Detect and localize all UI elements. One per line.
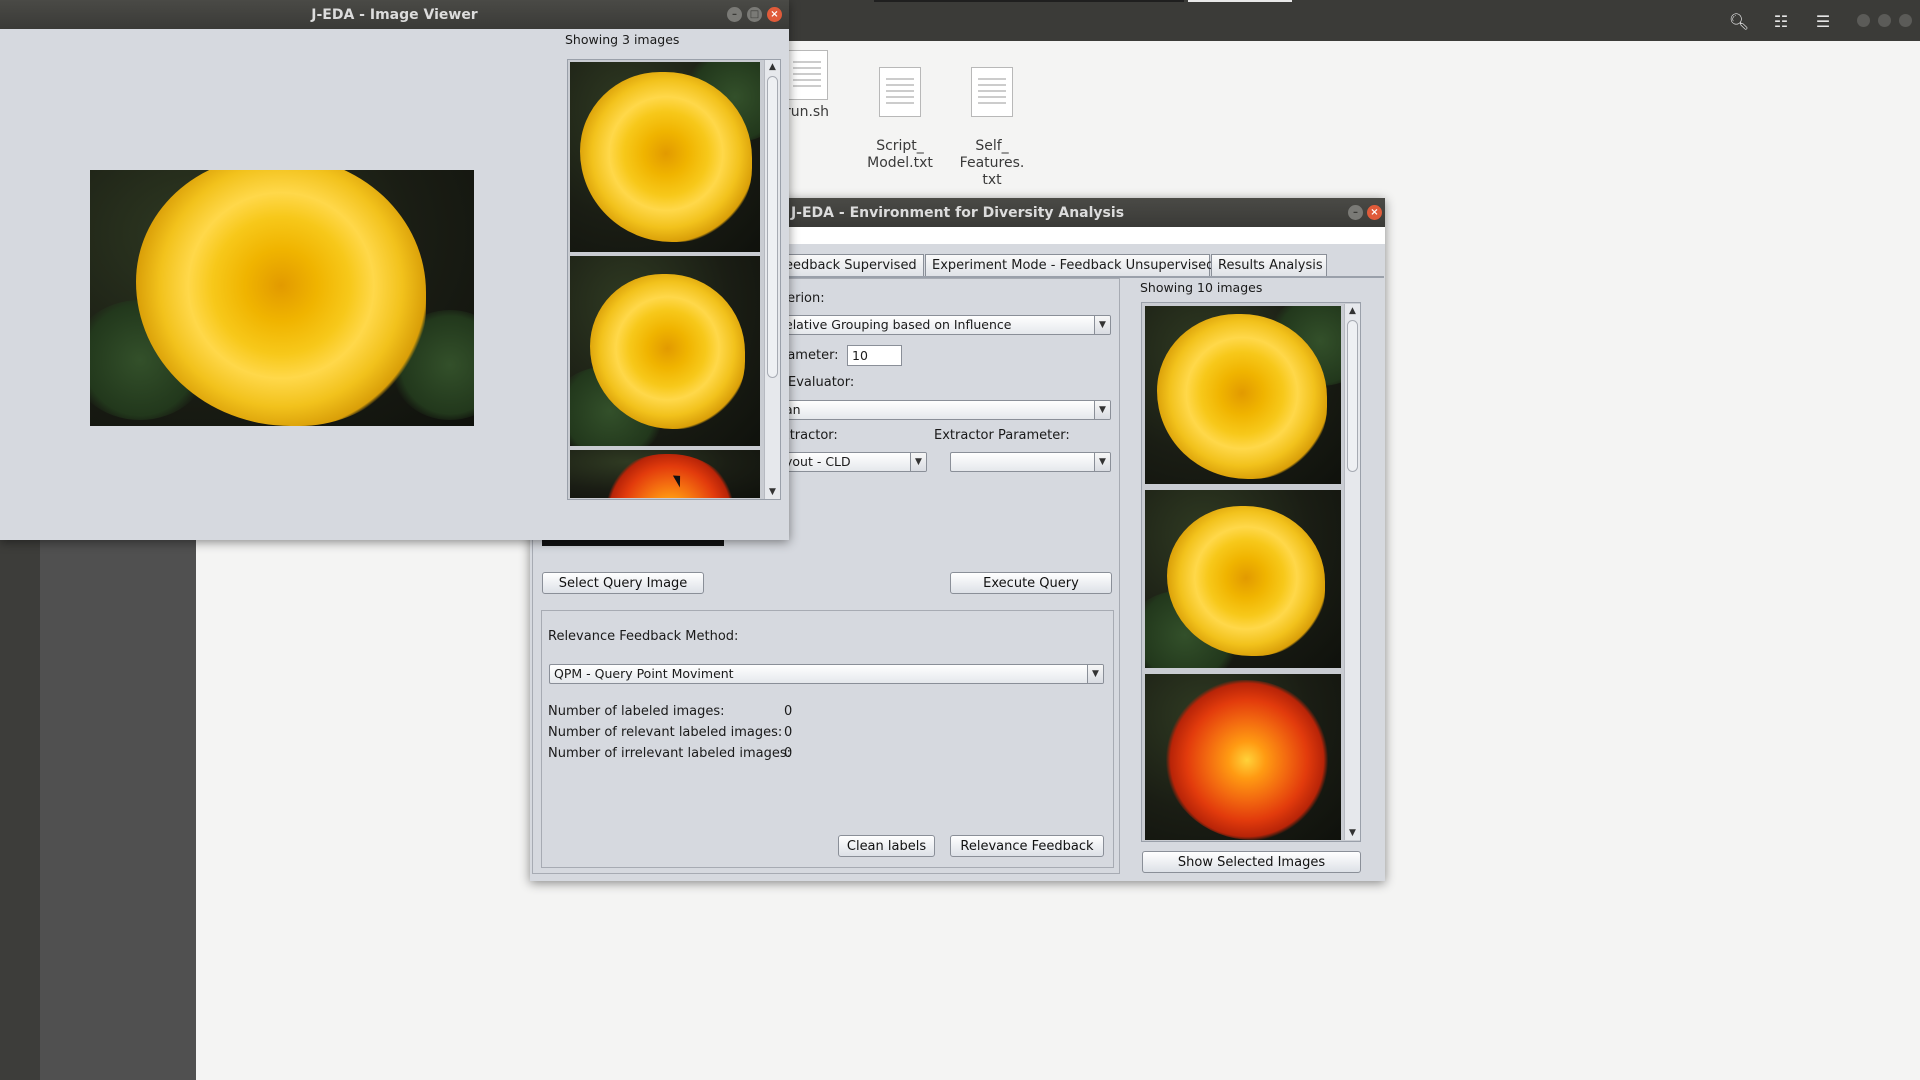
extractor-parameter-select[interactable]: ▼: [950, 452, 1111, 472]
result-image[interactable]: [1145, 674, 1341, 840]
scroll-thumb[interactable]: [1347, 320, 1358, 472]
tab-label: eedback Supervised: [785, 258, 917, 273]
file-label: Self_ Features. txt: [959, 138, 1025, 188]
labeled-count-label: Number of labeled images:: [548, 704, 725, 719]
tab-feedback-supervised[interactable]: eedback Supervised: [778, 254, 924, 276]
tab-label: Results Analysis: [1218, 258, 1323, 273]
window-title: J-EDA - Image Viewer: [311, 6, 478, 23]
image-viewer-window: J-EDA - Image Viewer – □ × Showing 3 ima…: [0, 0, 789, 540]
tab-feedback-unsupervised[interactable]: Experiment Mode - Feedback Unsupervised: [925, 254, 1214, 276]
rose-shape: [1157, 314, 1327, 479]
menu-icon[interactable]: ☰: [1811, 10, 1835, 32]
maximize-icon[interactable]: [1878, 14, 1891, 27]
chevron-down-icon: ▼: [1094, 453, 1110, 471]
panel-indicator: [874, 0, 1184, 2]
extractor-select[interactable]: yout - CLD ▼: [780, 452, 927, 472]
extractor-label: xtractor:: [782, 428, 838, 443]
clean-labels-button[interactable]: Clean labels: [838, 835, 935, 857]
text-file-icon: [879, 67, 921, 117]
text-file-icon: [786, 50, 828, 100]
minimize-icon[interactable]: [1857, 14, 1870, 27]
tab-label: Experiment Mode - Feedback Unsupervised: [932, 258, 1215, 273]
relevant-count-label: Number of relevant labeled images:: [548, 725, 783, 740]
irrelevant-count-label: Number of irrelevant labeled images:: [548, 746, 792, 761]
results-count-label: Showing 10 images: [1140, 280, 1263, 295]
close-icon[interactable]: ×: [767, 7, 782, 22]
relevance-feedback-button[interactable]: Relevance Feedback: [950, 835, 1104, 857]
evaluator-label: Evaluator:: [788, 375, 855, 390]
preview-image: [90, 170, 474, 426]
relevance-method-label: Relevance Feedback Method:: [548, 629, 739, 644]
panel-indicator: [1188, 0, 1292, 2]
viewer-thumbnail[interactable]: [570, 62, 760, 252]
search-icon[interactable]: 🔍︎: [1727, 10, 1751, 32]
extractor-parameter-label: Extractor Parameter:: [934, 428, 1070, 443]
extractor-value: yout - CLD: [785, 454, 851, 469]
tab-results-analysis[interactable]: Results Analysis: [1211, 254, 1327, 276]
labeled-count-value: 0: [784, 704, 793, 719]
scroll-up-icon[interactable]: ▲: [765, 60, 780, 74]
scroll-thumb[interactable]: [767, 76, 778, 378]
text-file-icon: [971, 67, 1013, 117]
view-toggle-icon[interactable]: ☷: [1769, 10, 1793, 32]
scroll-down-icon[interactable]: ▼: [765, 485, 780, 499]
result-image[interactable]: [1145, 306, 1341, 484]
viewer-count-label: Showing 3 images: [565, 32, 680, 47]
result-image[interactable]: [1145, 490, 1341, 668]
evaluator-select[interactable]: an ▼: [780, 400, 1111, 420]
execute-query-button[interactable]: Execute Query: [950, 572, 1112, 594]
viewer-thumbnail[interactable]: [570, 256, 760, 446]
window-title: J-EDA - Environment for Diversity Analys…: [790, 204, 1125, 221]
minimize-icon[interactable]: –: [1348, 205, 1363, 220]
chevron-down-icon: ▼: [1087, 665, 1103, 683]
minimize-icon[interactable]: –: [727, 7, 742, 22]
file-self-features[interactable]: Self_ Features. txt: [937, 50, 1047, 206]
rose-shape: [580, 72, 752, 242]
relevance-method-select[interactable]: QPM - Query Point Moviment ▼: [549, 664, 1104, 684]
viewer-scrollbar[interactable]: ▲ ▼: [764, 60, 780, 499]
scroll-up-icon[interactable]: ▲: [1345, 304, 1360, 318]
relevant-count-value: 0: [784, 725, 793, 740]
criterion-select[interactable]: elative Grouping based on Influence ▼: [780, 315, 1111, 335]
viewer-thumbnail[interactable]: [570, 450, 760, 498]
results-scrollbar[interactable]: ▲ ▼: [1344, 304, 1360, 840]
parameter-label: rameter:: [782, 348, 839, 363]
show-selected-images-button[interactable]: Show Selected Images: [1142, 851, 1361, 873]
close-icon[interactable]: [1899, 14, 1912, 27]
rose-shape: [600, 454, 740, 498]
maximize-icon[interactable]: □: [747, 7, 762, 22]
criterion-value: elative Grouping based on Influence: [785, 317, 1012, 332]
chevron-down-icon: ▼: [1094, 401, 1110, 419]
scroll-down-icon[interactable]: ▼: [1345, 826, 1360, 840]
chevron-down-icon: ▼: [1094, 316, 1110, 334]
parameter-input[interactable]: 10: [847, 345, 902, 366]
rose-shape: [1163, 680, 1331, 840]
select-query-image-button[interactable]: Select Query Image: [542, 572, 704, 594]
irrelevant-count-value: 0: [784, 746, 793, 761]
relevance-method-value: QPM - Query Point Moviment: [554, 666, 734, 681]
close-icon[interactable]: ×: [1367, 205, 1382, 220]
image-viewer-titlebar: J-EDA - Image Viewer – □ ×: [0, 0, 789, 29]
chevron-down-icon: ▼: [910, 453, 926, 471]
